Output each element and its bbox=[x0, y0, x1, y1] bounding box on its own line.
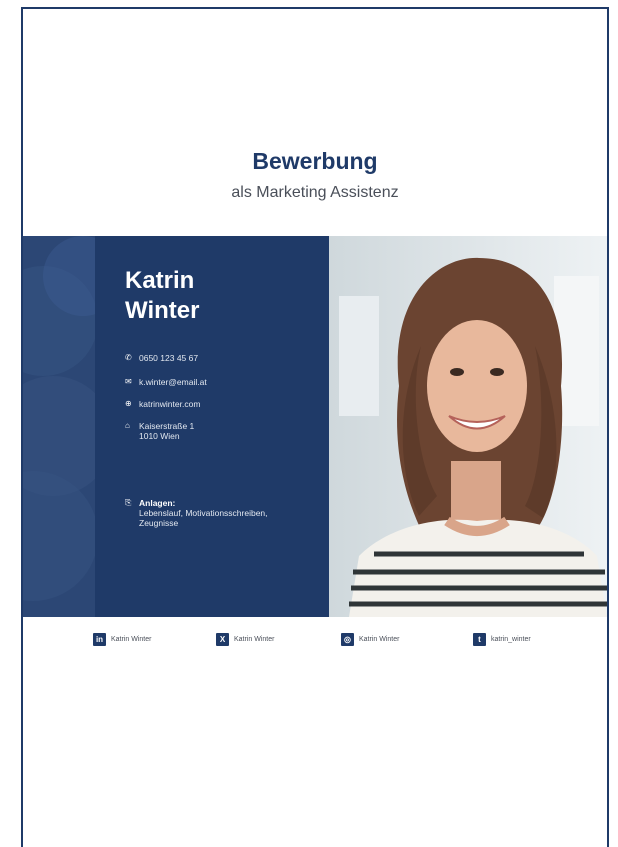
last-name: Winter bbox=[125, 297, 200, 324]
phone-icon: ✆ bbox=[125, 353, 132, 362]
twitter-link[interactable]: t katrin_winter bbox=[473, 633, 531, 646]
attachments-line2: Zeugnisse bbox=[139, 518, 179, 528]
first-name: Katrin bbox=[125, 267, 195, 294]
contact-panel: Katrin Winter ✆ 0650 123 45 67 ✉ k.winte… bbox=[95, 236, 329, 617]
attachments-line1: Lebenslauf, Motivationsschreiben, bbox=[139, 508, 268, 518]
address-text: Kaiserstraße 1 1010 Wien bbox=[139, 421, 194, 441]
address-street: Kaiserstraße 1 bbox=[139, 421, 195, 431]
phone-text: 0650 123 45 67 bbox=[139, 353, 199, 363]
linkedin-label[interactable]: Katrin Winter bbox=[111, 636, 151, 643]
attachments-row: ⎘ Anlagen: Lebenslauf, Motivationsschrei… bbox=[125, 498, 268, 528]
linkedin-icon: in bbox=[93, 633, 106, 646]
twitter-label[interactable]: katrin_winter bbox=[491, 636, 531, 643]
address-city: 1010 Wien bbox=[139, 431, 180, 441]
linkedin-link[interactable]: in Katrin Winter bbox=[93, 633, 151, 646]
address-row: ⌂ Kaiserstraße 1 1010 Wien bbox=[125, 421, 194, 441]
phone-row: ✆ 0650 123 45 67 bbox=[125, 353, 198, 363]
home-icon: ⌂ bbox=[125, 421, 130, 430]
instagram-label[interactable]: Katrin Winter bbox=[359, 636, 399, 643]
application-cover-page: Bewerbung als Marketing Assistenz Katrin… bbox=[21, 7, 609, 847]
profile-band: Katrin Winter ✆ 0650 123 45 67 ✉ k.winte… bbox=[23, 236, 607, 617]
xing-link[interactable]: X Katrin Winter bbox=[216, 633, 274, 646]
attachments-label: Anlagen: bbox=[139, 498, 176, 508]
decorative-circles bbox=[23, 236, 95, 617]
email-row[interactable]: ✉ k.winter@email.at bbox=[125, 377, 207, 387]
globe-icon: ⊕ bbox=[125, 399, 132, 408]
email-text[interactable]: k.winter@email.at bbox=[139, 377, 207, 387]
paperclip-icon: ⎘ bbox=[125, 498, 132, 507]
twitter-icon: t bbox=[473, 633, 486, 646]
profile-photo bbox=[329, 236, 607, 617]
page-title: Bewerbung bbox=[252, 148, 378, 174]
attachments-text: Anlagen: Lebenslauf, Motivationsschreibe… bbox=[139, 498, 268, 528]
website-row[interactable]: ⊕ katrinwinter.com bbox=[125, 399, 200, 409]
email-icon: ✉ bbox=[125, 377, 132, 386]
xing-label[interactable]: Katrin Winter bbox=[234, 636, 274, 643]
instagram-icon: ◎ bbox=[341, 633, 354, 646]
full-name: Katrin Winter bbox=[125, 266, 199, 326]
page-subtitle: als Marketing Assistenz bbox=[231, 184, 399, 201]
portrait-illustration bbox=[329, 236, 607, 617]
website-text[interactable]: katrinwinter.com bbox=[139, 399, 200, 409]
instagram-link[interactable]: ◎ Katrin Winter bbox=[341, 633, 399, 646]
xing-icon: X bbox=[216, 633, 229, 646]
circle-pattern-graphic bbox=[23, 236, 95, 601]
